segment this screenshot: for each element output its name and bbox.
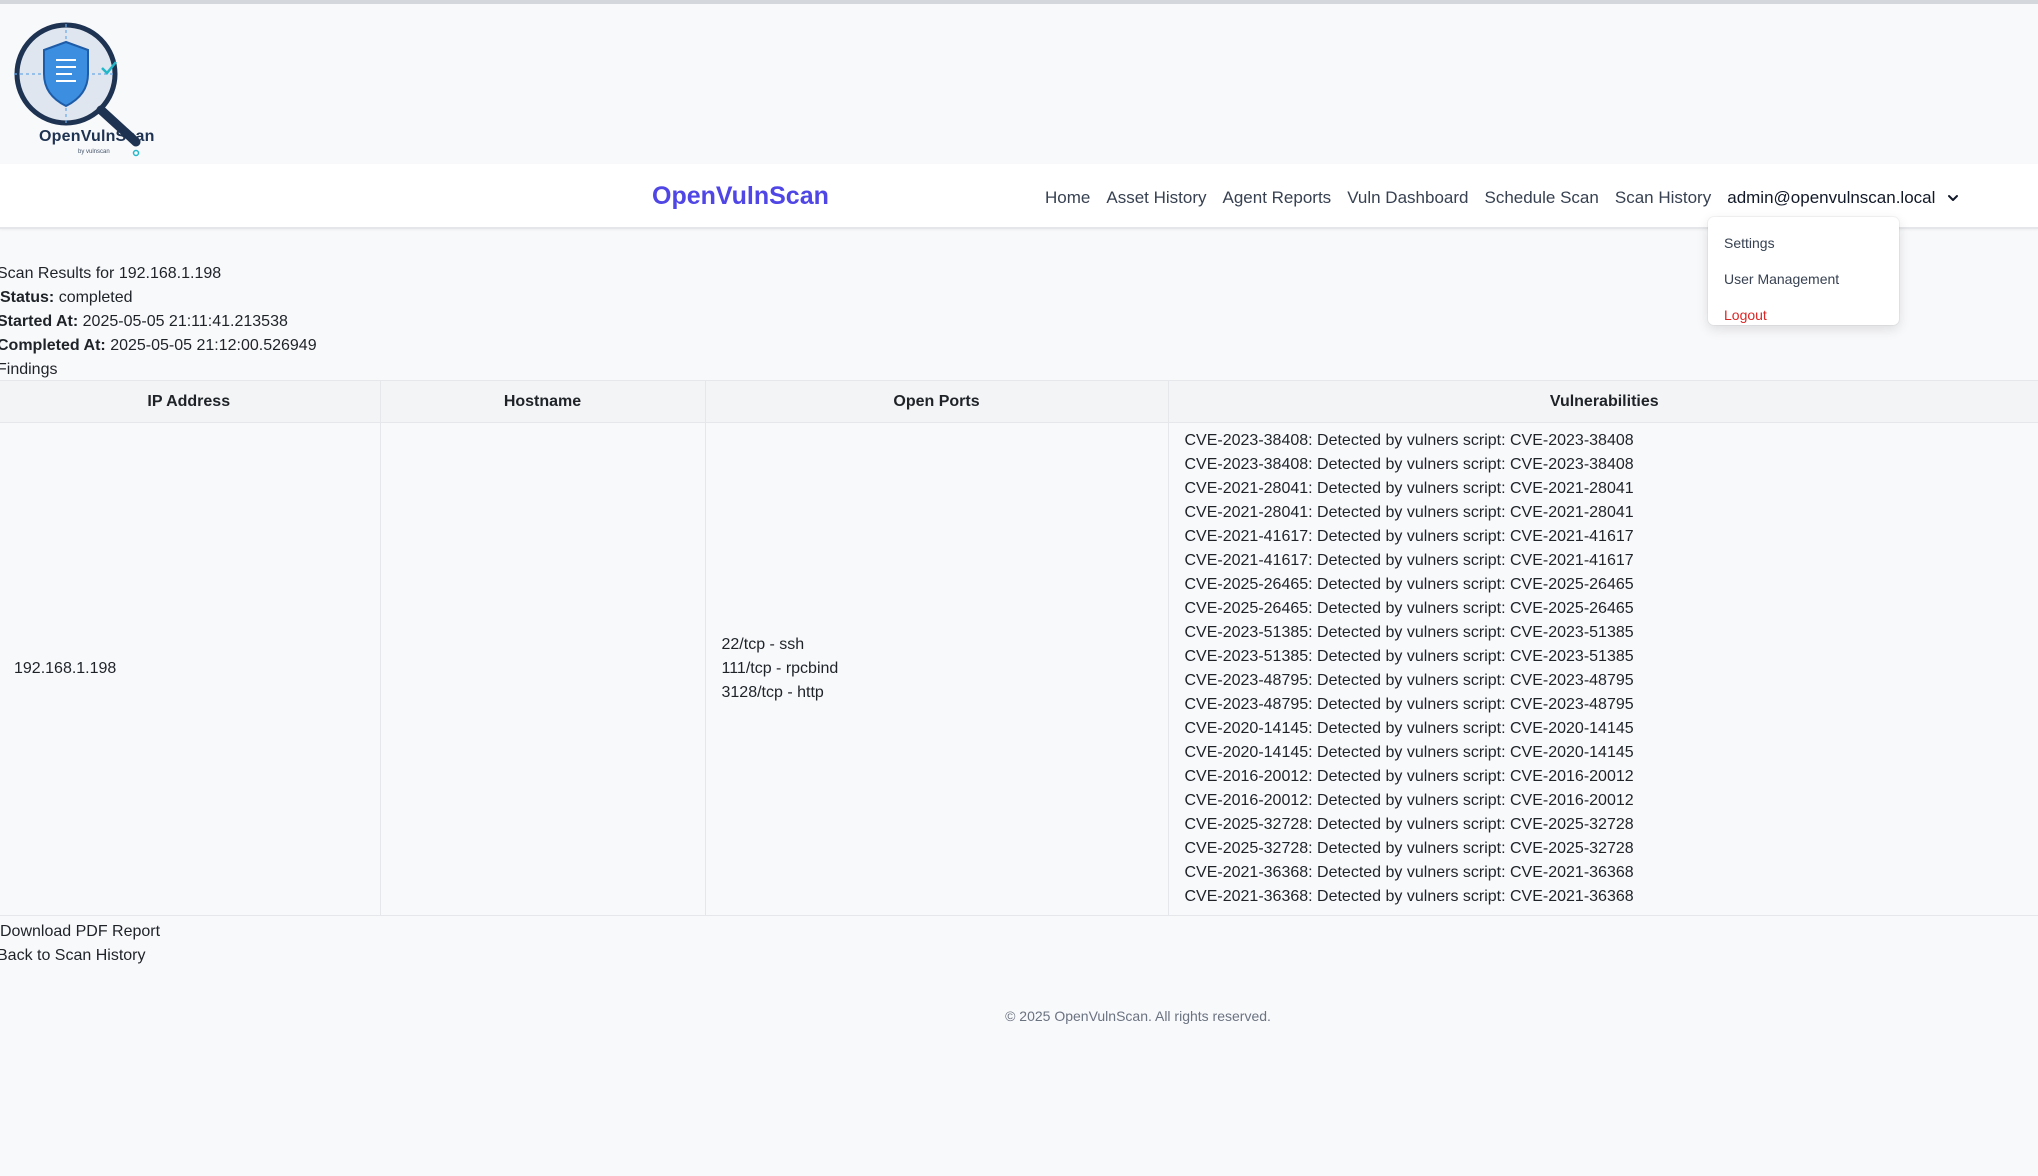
dropdown-user-management[interactable]: User Management	[1708, 261, 1899, 297]
status-value: completed	[58, 289, 133, 306]
vuln-item: CVE-2021-41617: Detected by vulners scri…	[1184, 528, 1634, 545]
table-header-row: IP Address Hostname Open Ports Vulnerabi…	[0, 380, 2038, 423]
completed-label: Completed At:	[0, 337, 106, 354]
scan-started: Started At: 2025-05-05 21:11:41.213538	[0, 310, 317, 334]
cell-ports: 22/tcp - ssh 111/tcp - rpcbind 3128/tcp …	[705, 422, 1169, 916]
navbar-brand[interactable]: OpenVulnScan	[652, 182, 829, 211]
port-item: 3128/tcp - http	[721, 684, 824, 701]
vuln-item: CVE-2021-36368: Detected by vulners scri…	[1184, 864, 1634, 881]
header-open-ports: Open Ports	[705, 380, 1169, 423]
logo: OpenVulnScan by vulnscan	[12, 20, 162, 160]
vuln-item: CVE-2025-32728: Detected by vulners scri…	[1184, 816, 1634, 833]
logo-name: OpenVulnScan	[39, 128, 155, 145]
scan-title: Scan Results for 192.168.1.198	[0, 262, 317, 286]
vuln-item: CVE-2025-26465: Detected by vulners scri…	[1184, 576, 1634, 593]
header-vulnerabilities: Vulnerabilities	[1168, 380, 2038, 423]
header-hostname: Hostname	[380, 380, 706, 423]
vuln-item: CVE-2020-14145: Detected by vulners scri…	[1184, 744, 1634, 761]
findings-heading: Findings	[0, 361, 58, 378]
findings-table: IP Address Hostname Open Ports Vulnerabi…	[0, 380, 2038, 916]
port-item: 22/tcp - ssh	[721, 636, 805, 653]
cell-vulnerabilities: CVE-2023-38408: Detected by vulners scri…	[1168, 422, 2038, 916]
vuln-item: CVE-2023-48795: Detected by vulners scri…	[1184, 672, 1634, 689]
scan-title-prefix: Scan Results for	[0, 265, 115, 282]
nav-home[interactable]: Home	[1045, 188, 1090, 208]
nav-agent-reports[interactable]: Agent Reports	[1223, 188, 1332, 208]
vuln-item: CVE-2025-26465: Detected by vulners scri…	[1184, 600, 1634, 617]
vuln-item: CVE-2021-41617: Detected by vulners scri…	[1184, 552, 1634, 569]
vuln-item: CVE-2021-28041: Detected by vulners scri…	[1184, 480, 1634, 497]
user-email: admin@openvulnscan.local	[1727, 188, 1936, 207]
vuln-item: CVE-2023-51385: Detected by vulners scri…	[1184, 624, 1634, 641]
cell-ip: 192.168.1.198	[0, 422, 381, 916]
cell-hostname	[380, 422, 706, 916]
nav-asset-history[interactable]: Asset History	[1106, 188, 1206, 208]
vuln-item: CVE-2023-38408: Detected by vulners scri…	[1184, 432, 1634, 449]
vuln-item: CVE-2025-32728: Detected by vulners scri…	[1184, 840, 1634, 857]
vuln-item: CVE-2016-20012: Detected by vulners scri…	[1184, 768, 1634, 785]
vuln-item: CVE-2021-28041: Detected by vulners scri…	[1184, 504, 1634, 521]
vuln-item: CVE-2020-14145: Detected by vulners scri…	[1184, 720, 1634, 737]
status-label: Status:	[0, 289, 55, 306]
scan-completed: Completed At: 2025-05-05 21:12:00.526949	[0, 334, 317, 358]
scan-info: Scan Results for 192.168.1.198 Status: c…	[0, 262, 317, 382]
chevron-down-icon	[1945, 190, 1961, 206]
completed-value: 2025-05-05 21:12:00.526949	[110, 337, 317, 354]
nav-vuln-dashboard[interactable]: Vuln Dashboard	[1347, 188, 1468, 208]
port-item: 111/tcp - rpcbind	[721, 660, 839, 677]
scan-status: Status: completed	[0, 286, 317, 310]
scan-title-ip: 192.168.1.198	[118, 265, 222, 282]
user-dropdown: Settings User Management Logout	[1708, 217, 1899, 325]
nav-scan-history[interactable]: Scan History	[1615, 188, 1711, 208]
started-value: 2025-05-05 21:11:41.213538	[82, 313, 288, 330]
header-ip-address: IP Address	[0, 380, 381, 423]
top-border	[0, 0, 2038, 4]
download-pdf-link[interactable]: Download PDF Report	[0, 920, 160, 944]
nav-links: Home Asset History Agent Reports Vuln Da…	[1045, 188, 1961, 208]
vuln-item: CVE-2023-51385: Detected by vulners scri…	[1184, 648, 1634, 665]
vuln-item: CVE-2021-36368: Detected by vulners scri…	[1184, 888, 1634, 905]
started-label: Started At:	[0, 313, 79, 330]
user-menu-toggle[interactable]: admin@openvulnscan.local	[1727, 188, 1961, 208]
vuln-item: CVE-2023-38408: Detected by vulners scri…	[1184, 456, 1634, 473]
table-row: 192.168.1.198 22/tcp - ssh 111/tcp - rpc…	[0, 422, 2038, 916]
action-links: Download PDF Report Back to Scan History	[0, 920, 160, 968]
vuln-item: CVE-2023-48795: Detected by vulners scri…	[1184, 696, 1634, 713]
logo-subtitle: by vulnscan	[78, 149, 110, 155]
vuln-item: CVE-2016-20012: Detected by vulners scri…	[1184, 792, 1634, 809]
footer: © 2025 OpenVulnScan. All rights reserved…	[1005, 1008, 1271, 1024]
back-to-scan-history-link[interactable]: Back to Scan History	[0, 944, 160, 968]
dropdown-settings[interactable]: Settings	[1708, 225, 1899, 261]
dropdown-logout[interactable]: Logout	[1708, 297, 1899, 333]
nav-schedule-scan[interactable]: Schedule Scan	[1484, 188, 1598, 208]
